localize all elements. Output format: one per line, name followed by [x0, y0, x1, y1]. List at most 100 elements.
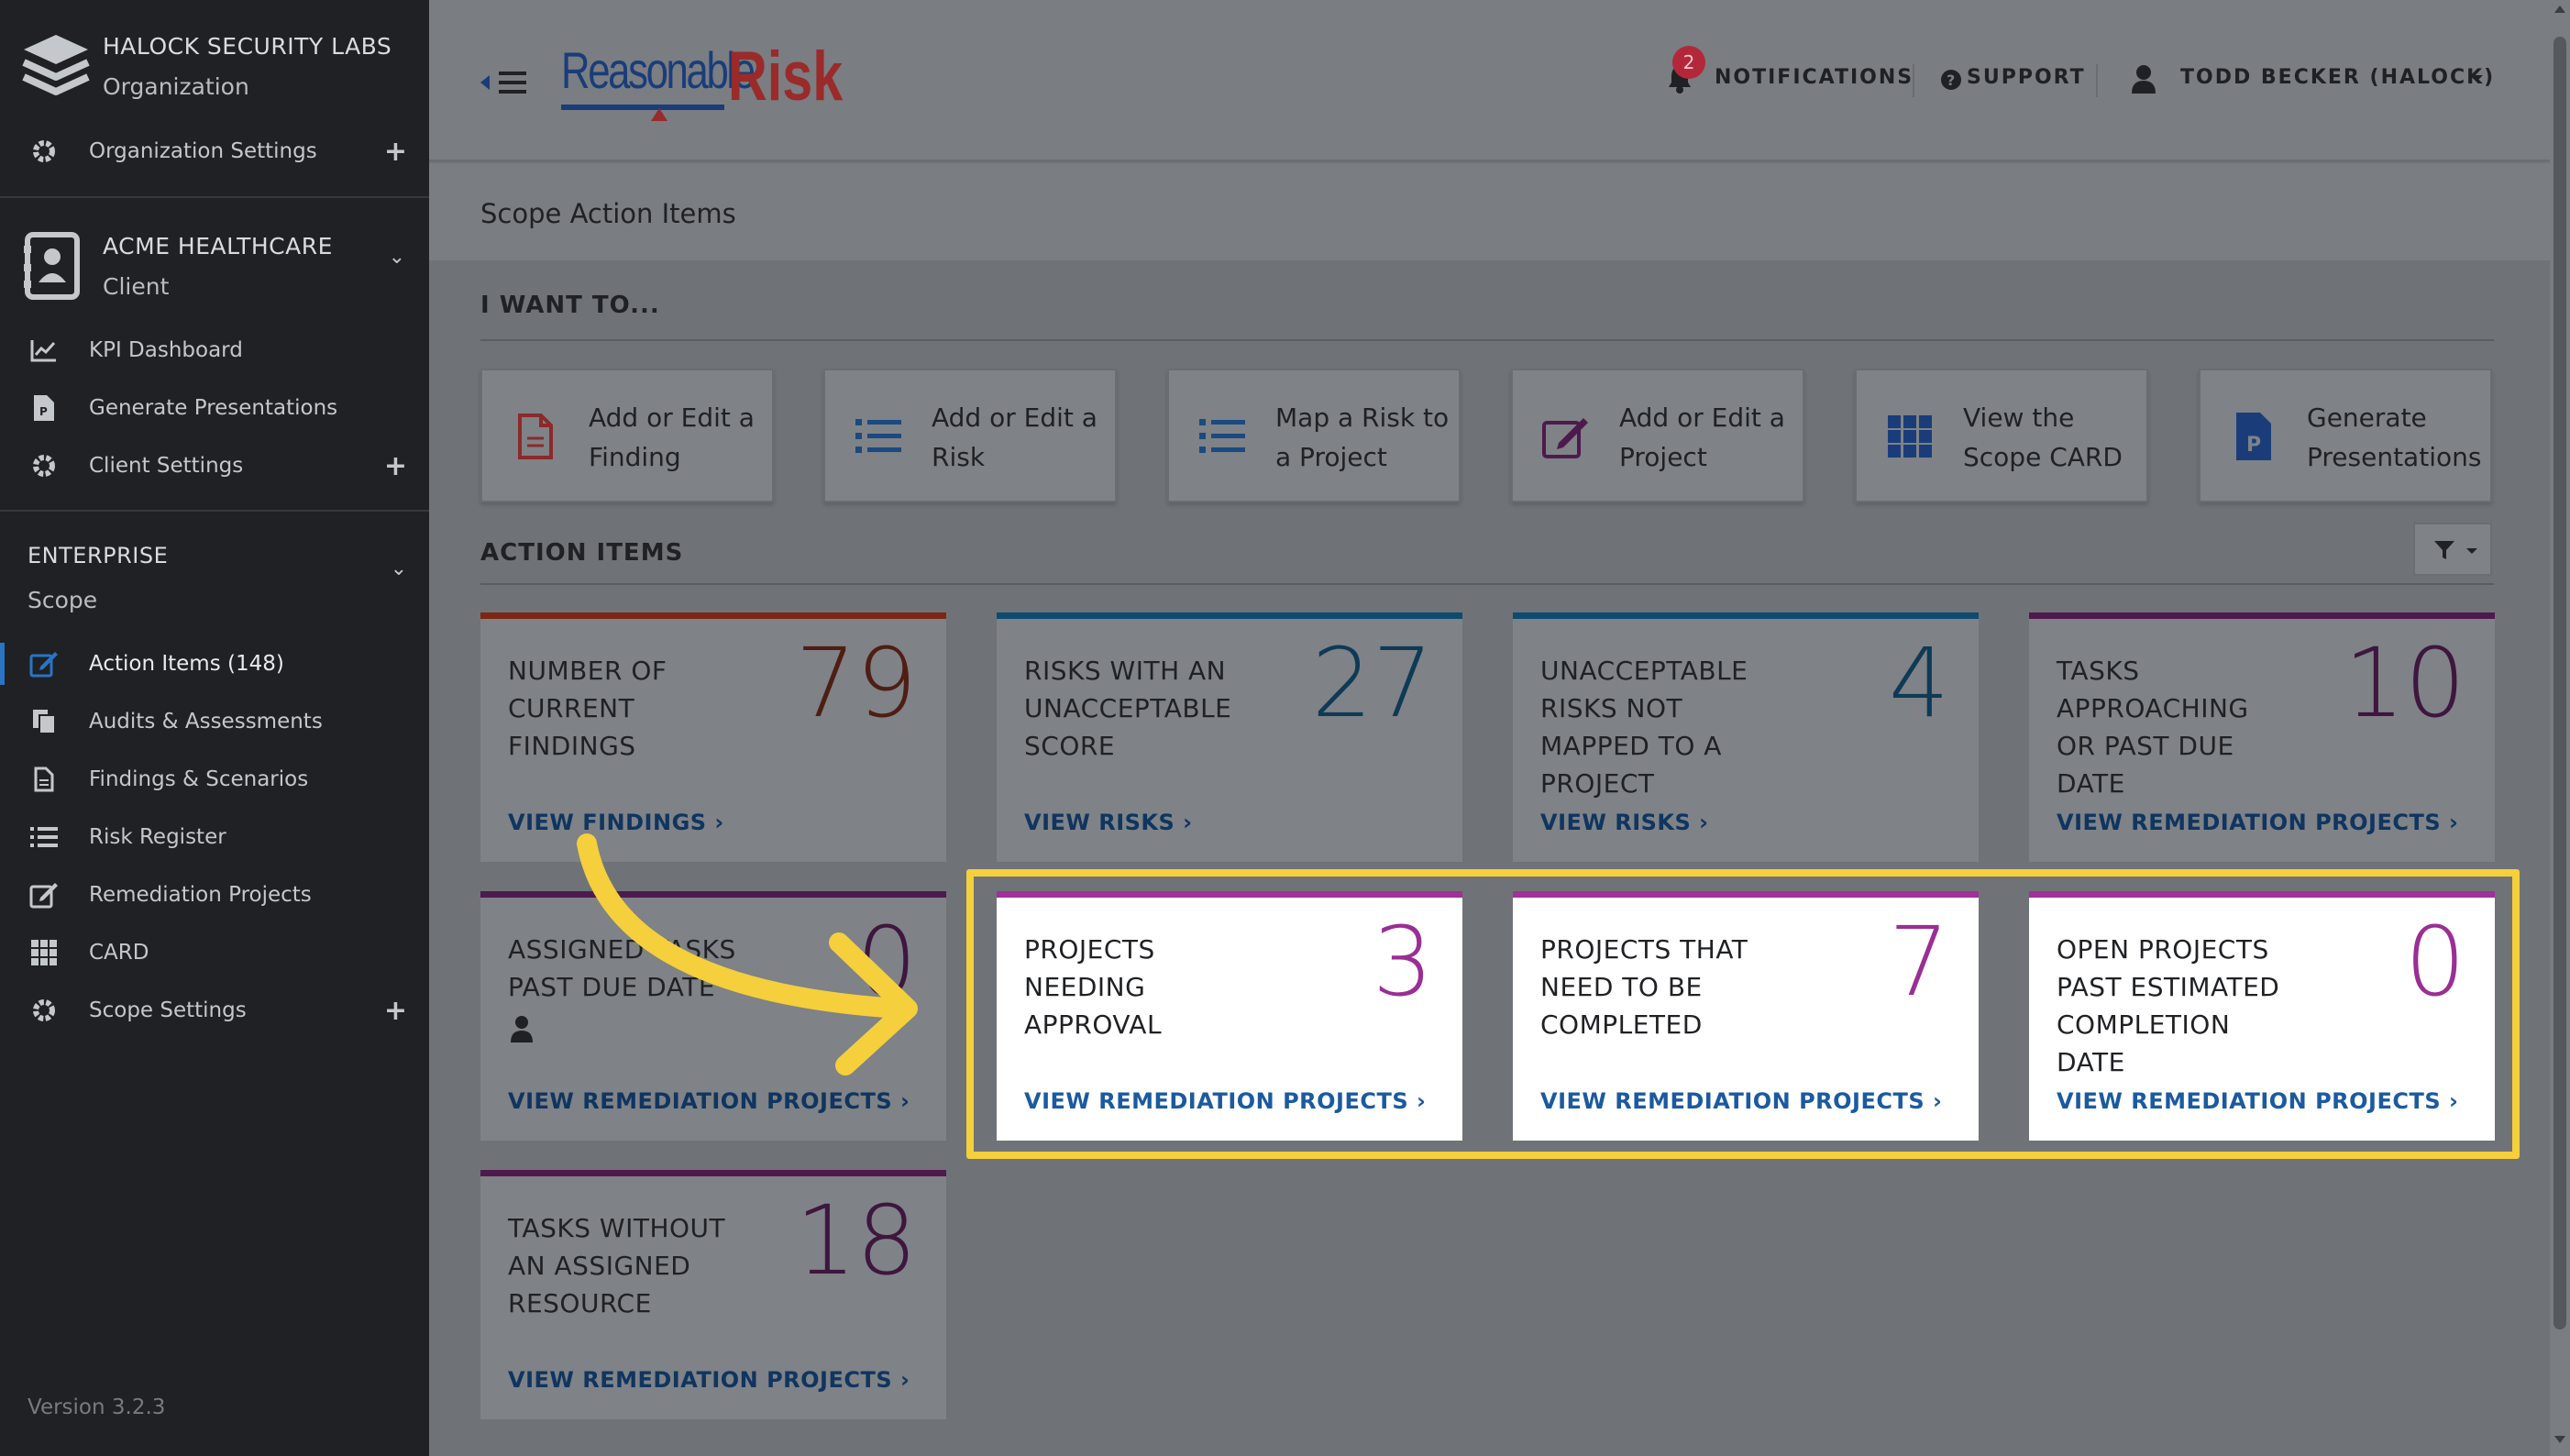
edit-icon	[28, 647, 61, 680]
view-remediation-projects-link[interactable]: VIEW REMEDIATION PROJECTS ›	[508, 1367, 910, 1393]
version-label: Version 3.2.3	[28, 1395, 166, 1419]
svg-text:P: P	[39, 405, 48, 418]
chevron-down-icon[interactable]: ⌄	[389, 246, 405, 269]
vertical-scrollbar[interactable]	[2550, 0, 2570, 1456]
presentation-file-icon: P	[28, 392, 61, 425]
notification-count-badge: 2	[1672, 46, 1705, 79]
organization-name: HALOCK SECURITY LABS	[103, 33, 392, 60]
filter-dropdown-button[interactable]	[2413, 523, 2492, 576]
view-scope-card-button[interactable]: View the Scope CARD	[1855, 369, 2148, 502]
generate-presentations-button[interactable]: P Generate Presentations	[2199, 369, 2492, 502]
sidebar-item-remediation-projects[interactable]: Remediation Projects	[0, 867, 429, 922]
copy-files-icon	[28, 705, 61, 738]
file-icon	[506, 407, 565, 466]
sidebar-item-action-items[interactable]: Action Items (148)	[0, 636, 429, 691]
view-risks-link[interactable]: VIEW RISKS ›	[1540, 810, 1709, 835]
client-name: ACME HEALTHCARE	[103, 233, 333, 259]
sidebar-item-label: Client Settings	[89, 454, 244, 478]
i-want-to-heading: I WANT TO...	[480, 292, 660, 319]
client-header[interactable]: ACME HEALTHCARE Client ⌄	[24, 227, 427, 310]
expand-plus-icon[interactable]: +	[384, 450, 407, 482]
chevron-down-icon[interactable]: ⌄	[391, 557, 407, 580]
expand-plus-icon[interactable]: +	[384, 136, 407, 168]
view-remediation-projects-link[interactable]: VIEW REMEDIATION PROJECTS ›	[2057, 810, 2458, 835]
sidebar-item-label: Audits & Assessments	[89, 710, 323, 734]
add-edit-project-button[interactable]: Add or Edit a Project	[1511, 369, 1804, 502]
tasks-without-resource-card: TASKS WITHOUT AN ASSIGNED RESOURCE 18 VIEW…	[480, 1170, 946, 1419]
grid-icon	[28, 936, 61, 969]
card-count: 4	[1888, 627, 1949, 739]
add-edit-risk-button[interactable]: Add or Edit a Risk	[823, 369, 1117, 502]
grid-icon	[1881, 407, 1939, 466]
svg-text:P: P	[2246, 434, 2261, 457]
card-count: 79	[795, 627, 917, 739]
question-circle-icon: ?	[1941, 70, 1961, 90]
contact-card-icon	[24, 232, 80, 300]
user-menu[interactable]: TODD BECKER (HALOCK)	[2180, 66, 2495, 89]
list-icon	[849, 407, 908, 466]
sidebar: HALOCK SECURITY LABS Organization Organi…	[0, 0, 429, 1456]
sidebar-item-label: CARD	[89, 941, 149, 965]
scroll-down-arrow-icon[interactable]	[2554, 1436, 2565, 1443]
sidebar-item-label: Scope Settings	[89, 998, 247, 1022]
sidebar-item-kpi-dashboard[interactable]: KPI Dashboard	[0, 323, 429, 378]
scope-label: Scope	[28, 587, 98, 613]
expand-plus-icon[interactable]: +	[384, 995, 407, 1027]
page-header: Scope Action Items	[429, 163, 2550, 260]
sidebar-item-label: Generate Presentations	[89, 396, 338, 420]
logo-text-reasonable: Reasonable	[561, 41, 756, 99]
sidebar-item-label: Findings & Scenarios	[89, 767, 309, 791]
sidebar-item-scope-settings[interactable]: Scope Settings +	[0, 983, 429, 1038]
line-chart-icon	[28, 334, 61, 367]
list-icon	[1193, 407, 1252, 466]
scroll-up-arrow-icon[interactable]	[2554, 6, 2565, 13]
reasonable-risk-logo[interactable]: Reasonable Risk	[561, 38, 864, 123]
view-remediation-projects-link[interactable]: VIEW REMEDIATION PROJECTS ›	[508, 1088, 910, 1114]
organization-label: Organization	[103, 73, 249, 100]
filter-icon	[2434, 541, 2454, 559]
card-count: 27	[1311, 627, 1433, 739]
sidebar-item-audits-assessments[interactable]: Audits & Assessments	[0, 694, 429, 749]
action-items-heading: ACTION ITEMS	[480, 539, 684, 567]
gear-icon	[28, 994, 61, 1027]
sidebar-item-generate-presentations[interactable]: P Generate Presentations	[0, 381, 429, 436]
sidebar-item-label: Risk Register	[89, 825, 226, 849]
list-icon	[28, 821, 61, 854]
edit-icon	[28, 878, 61, 911]
annotation-arrow-icon	[577, 833, 918, 1075]
sidebar-toggle-icon[interactable]	[480, 64, 528, 101]
notifications-link[interactable]: NOTIFICATIONS	[1715, 66, 1914, 89]
gear-icon	[28, 449, 61, 482]
sidebar-item-label: Action Items (148)	[89, 652, 284, 676]
enterprise-name[interactable]: ENTERPRISE	[28, 543, 168, 568]
client-label: Client	[103, 273, 170, 300]
logo-text-risk: Risk	[728, 38, 844, 116]
presentation-file-icon: P	[2224, 407, 2283, 466]
top-bar: Reasonable Risk 2 NOTIFICATIONS ? SUPPOR…	[429, 0, 2550, 161]
gear-icon	[28, 135, 61, 168]
sidebar-item-client-settings[interactable]: Client Settings +	[0, 438, 429, 493]
scrollbar-thumb[interactable]	[2553, 37, 2566, 1329]
tasks-past-due-card: TASKS APPROACHING OR PAST DUE DATE 10 VIEW …	[2029, 612, 2495, 862]
card-count: 18	[795, 1185, 917, 1296]
page-title: Scope Action Items	[480, 198, 736, 229]
layers-icon	[22, 35, 90, 95]
sidebar-item-organization-settings[interactable]: Organization Settings +	[0, 124, 429, 179]
unmapped-risks-card: UNACCEPTABLE RISKS NOT MAPPED TO A PROJECT …	[1513, 612, 1979, 862]
sidebar-item-card[interactable]: CARD	[0, 925, 429, 980]
card-count: 10	[2344, 627, 2465, 739]
caret-down-icon[interactable]	[2470, 75, 2483, 82]
highlight-box	[966, 869, 2520, 1159]
sidebar-item-findings-scenarios[interactable]: Findings & Scenarios	[0, 752, 429, 807]
edit-icon	[1537, 407, 1595, 466]
support-link[interactable]: SUPPORT	[1967, 66, 2086, 89]
add-edit-finding-button[interactable]: Add or Edit a Finding	[480, 369, 774, 502]
view-risks-link[interactable]: VIEW RISKS ›	[1024, 810, 1193, 835]
map-risk-to-project-button[interactable]: Map a Risk to a Project	[1167, 369, 1461, 502]
sidebar-item-label: KPI Dashboard	[89, 338, 243, 362]
sidebar-item-label: Organization Settings	[89, 139, 317, 163]
svg-text:?: ?	[1947, 72, 1955, 89]
organization-header[interactable]: HALOCK SECURITY LABS Organization	[20, 28, 424, 110]
sidebar-item-risk-register[interactable]: Risk Register	[0, 810, 429, 865]
unacceptable-score-card: RISKS WITH AN UNACCEPTABLE SCORE 27 VIEW R…	[997, 612, 1462, 862]
